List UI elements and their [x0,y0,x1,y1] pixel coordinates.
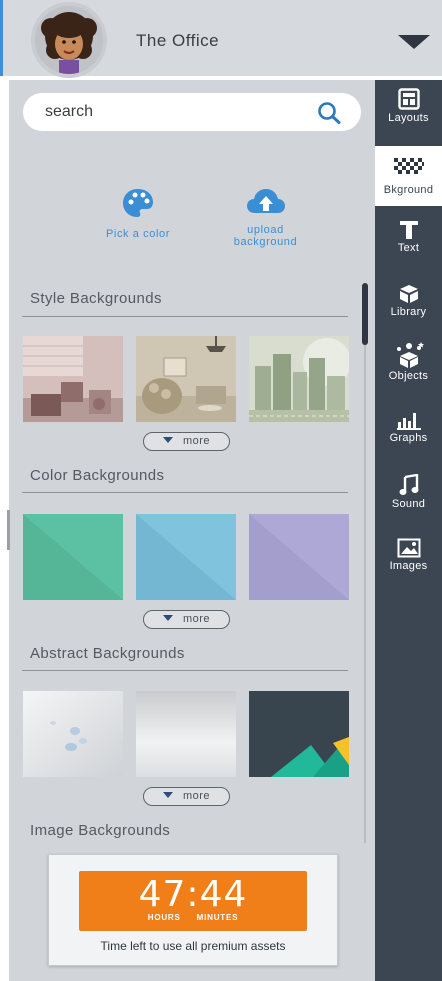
pick-color-label: Pick a color [105,228,171,240]
abstract-background-thumb-gray-gradient[interactable] [136,691,236,777]
timer-box: 47:44 HOURS MINUTES [79,871,307,931]
divider [22,670,348,671]
more-style-backgrounds-button[interactable]: more [143,432,230,451]
pick-color-button[interactable]: Pick a color [93,187,183,240]
rail-label-sound: Sound [391,498,426,510]
color-swatch-green[interactable] [23,514,123,600]
color-swatch-purple[interactable] [249,514,349,600]
rail-label-library: Library [390,306,427,318]
chevron-down-icon [162,437,173,443]
cloud-upload-icon [246,189,285,213]
premium-timer-card[interactable]: 47:44 HOURS MINUTES Time left to use all … [48,854,338,966]
objects-icon [396,342,424,368]
rail-label-text: Text [397,242,420,254]
style-background-thumb-lounge[interactable] [136,336,236,422]
layouts-icon [397,88,420,110]
rail-label-layouts: Layouts [388,112,429,124]
style-background-thumb-city[interactable] [249,336,349,422]
rail-item-bkground[interactable]: Bkground [375,146,442,206]
music-note-icon [399,474,418,495]
chevron-down-icon [162,792,173,798]
rail-item-objects[interactable]: Objects [375,342,442,404]
checkerboard-icon [393,158,424,174]
rail-item-library[interactable]: Library [375,284,442,342]
tool-rail: Layouts Bkground Text Library Objects Gr… [375,80,442,981]
scrollbar-thumb[interactable] [362,283,368,345]
search-input[interactable] [45,103,305,121]
upload-label-line2: background [233,236,298,248]
section-title-image-backgrounds: Image Backgrounds [30,822,171,839]
avatar[interactable] [31,2,107,78]
search-icon[interactable] [317,101,343,125]
rail-item-layouts[interactable]: Layouts [375,88,442,146]
more-label: more [182,790,211,802]
section-title-abstract-backgrounds: Abstract Backgrounds [30,645,185,662]
rail-label-images: Images [389,560,428,572]
rail-label-objects: Objects [388,370,429,382]
image-icon [397,538,420,558]
rail-label-bkground: Bkground [383,184,434,196]
search-bar [23,93,361,131]
upload-label-line1: upload [247,224,284,236]
palette-icon [123,189,153,217]
bar-graph-icon [396,413,421,430]
panel-resize-handle[interactable] [7,510,10,550]
rail-item-sound[interactable]: Sound [375,474,442,532]
timer-units: HOURS MINUTES [79,913,307,922]
divider [22,492,348,493]
text-icon [399,221,418,239]
abstract-background-thumb-geometric[interactable] [249,691,349,777]
style-background-thumb-office[interactable] [23,336,123,422]
rail-label-graphs: Graphs [389,432,428,444]
cartoon-woman-avatar-icon [35,6,103,74]
more-label: more [182,613,211,625]
section-title-color-backgrounds: Color Backgrounds [30,467,165,484]
timer-unit-minutes: MINUTES [196,913,239,922]
more-label: more [182,435,211,447]
abstract-background-thumb-droplets[interactable] [23,691,123,777]
rail-item-images[interactable]: Images [375,538,442,596]
chevron-down-icon [162,615,173,621]
caret-down-icon[interactable] [398,35,430,49]
timer-digits: 47:44 [138,874,248,915]
timer-unit-hours: HOURS [147,913,181,922]
header-bar: The Office [0,0,442,78]
divider [22,316,348,317]
box-icon [399,285,418,303]
section-title-style-backgrounds: Style Backgrounds [30,290,162,307]
project-title: The Office [136,31,220,50]
rail-item-text[interactable]: Text [375,220,442,278]
timer-caption: Time left to use all premium assets [100,939,286,953]
color-swatch-blue[interactable] [136,514,236,600]
rail-item-graphs[interactable]: Graphs [375,410,442,468]
more-color-backgrounds-button[interactable]: more [143,610,230,629]
more-abstract-backgrounds-button[interactable]: more [143,787,230,806]
upload-background-button[interactable]: upload background [213,187,318,248]
scrollbar-track[interactable] [364,283,366,843]
